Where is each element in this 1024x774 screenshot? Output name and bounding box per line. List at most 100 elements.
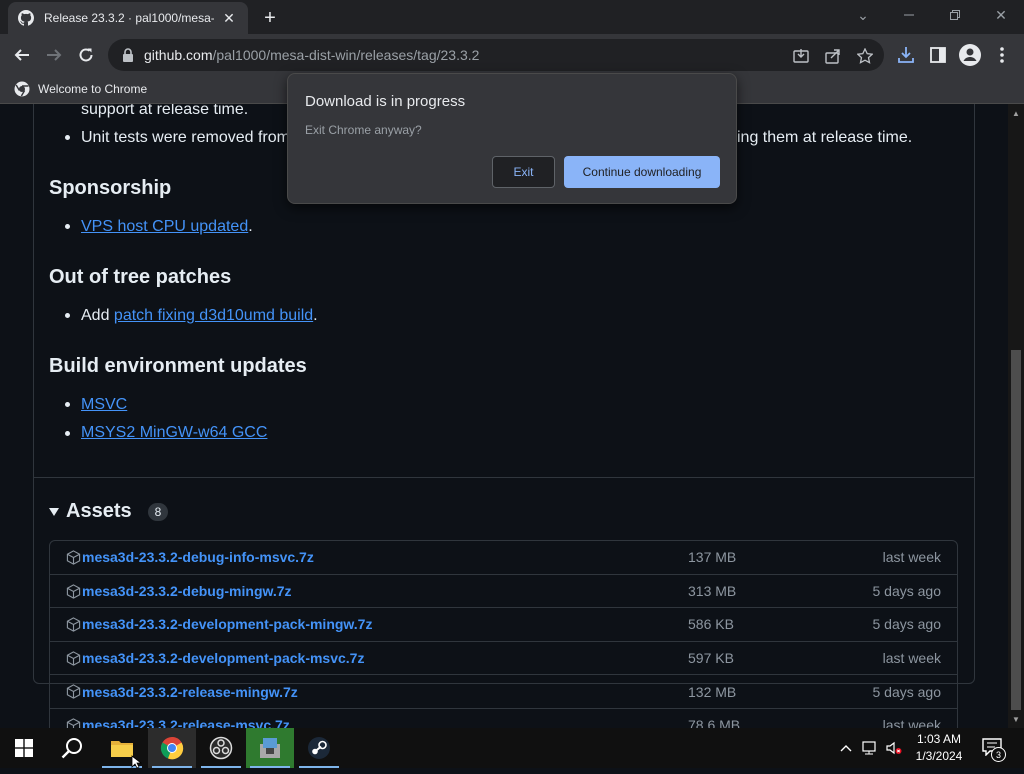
address-bar[interactable]: github.com/pal1000/mesa-dist-win/release…: [108, 39, 884, 71]
asset-date: 5 days ago: [872, 616, 942, 633]
bullet: [65, 135, 70, 140]
show-hidden-icons-chevron-icon[interactable]: [838, 740, 854, 756]
heading-sponsorship: Sponsorship: [49, 177, 172, 199]
new-tab-button[interactable]: +: [258, 6, 282, 30]
close-tab-icon[interactable]: ✕: [220, 9, 238, 27]
dialog-title: Download is in progress: [305, 93, 466, 110]
obs-icon: [209, 736, 233, 760]
obs-taskbar-button[interactable]: [197, 728, 245, 768]
msvc-link[interactable]: MSVC: [81, 396, 127, 414]
heading-out-of-tree-patches: Out of tree patches: [49, 266, 232, 288]
package-icon: [66, 684, 82, 700]
assets-list: mesa3d-23.3.2-debug-info-msvc.7z 137 MB la…: [49, 540, 958, 728]
back-button[interactable]: [7, 40, 37, 70]
system-clock[interactable]: 1:03 AM 1/3/2024: [906, 731, 972, 765]
asset-link[interactable]: mesa3d-23.3.2-debug-mingw.7z: [82, 583, 292, 599]
patches-item: Add patch fixing d3d10umd build.: [81, 307, 318, 325]
asset-date: last week: [882, 717, 941, 728]
exit-download-dialog: Download is in progress Exit Chrome anyw…: [287, 73, 737, 204]
start-button[interactable]: [0, 728, 48, 768]
sponsorship-suffix: .: [248, 218, 253, 235]
package-icon: [66, 718, 82, 728]
url-text[interactable]: github.com/pal1000/mesa-dist-win/release…: [144, 47, 479, 63]
install-app-icon[interactable]: [792, 47, 810, 65]
bookmark-star-icon[interactable]: [856, 47, 874, 65]
release-note-line: support at release time.: [81, 104, 249, 118]
release-note-unit-tests-end: ing them at release time.: [737, 129, 913, 146]
bookmark-label: Welcome to Chrome: [38, 82, 148, 96]
asset-row: mesa3d-23.3.2-release-mingw.7z 132 MB 5 da…: [50, 675, 957, 709]
asset-date: last week: [882, 549, 941, 566]
installer-icon: [260, 738, 280, 758]
asset-size: 597 KB: [688, 650, 734, 667]
assets-heading: Assets: [66, 500, 132, 522]
steam-icon: [308, 737, 330, 759]
reload-button[interactable]: [71, 40, 101, 70]
asset-date: 5 days ago: [872, 582, 942, 599]
restore-button[interactable]: [932, 0, 978, 30]
chrome-taskbar-button[interactable]: [148, 728, 196, 768]
url-path: /pal1000/mesa-dist-win/releases/tag/23.3…: [212, 47, 480, 63]
steam-taskbar-button[interactable]: [295, 728, 343, 768]
windows-logo-icon: [15, 739, 33, 757]
asset-size: 313 MB: [688, 582, 737, 599]
scrollbar-thumb[interactable]: [1011, 350, 1021, 710]
patches-prefix: Add: [81, 307, 114, 324]
network-icon[interactable]: [862, 740, 878, 756]
asset-date: 5 days ago: [872, 683, 942, 700]
asset-row: mesa3d-23.3.2-release-msvc.7z 78.6 MB last…: [50, 709, 957, 728]
bullet: [65, 431, 70, 436]
assets-toggle[interactable]: Assets 8: [49, 500, 169, 523]
lock-icon[interactable]: [122, 48, 134, 62]
asset-row: mesa3d-23.3.2-debug-info-msvc.7z 137 MB la…: [50, 541, 957, 575]
asset-size: 137 MB: [688, 549, 737, 566]
package-icon: [66, 583, 82, 600]
triangle-down-icon: [49, 507, 59, 516]
patches-suffix: .: [313, 307, 318, 324]
vps-host-link[interactable]: VPS host CPU updated: [81, 218, 248, 235]
chrome-icon: [14, 81, 30, 97]
scroll-down-icon[interactable]: ▼: [1008, 712, 1024, 726]
volume-muted-icon[interactable]: [886, 740, 902, 756]
side-panel-icon[interactable]: [926, 43, 950, 67]
asset-size: 78.6 MB: [688, 717, 741, 728]
divider: [33, 477, 975, 478]
tab-release[interactable]: Release 23.3.2 · pal1000/mesa-dist ✕: [8, 2, 248, 34]
forward-button[interactable]: [39, 40, 69, 70]
clock-time: 1:03 AM: [916, 732, 962, 746]
url-host: github.com: [144, 47, 213, 63]
browser-toolbar: github.com/pal1000/mesa-dist-win/release…: [0, 34, 1024, 76]
asset-date: last week: [882, 650, 941, 667]
msys2-link[interactable]: MSYS2 MinGW-w64 GCC: [81, 424, 267, 442]
bullet: [65, 402, 70, 407]
scroll-up-icon[interactable]: ▲: [1008, 106, 1024, 120]
github-icon: [18, 10, 34, 26]
tab-search-icon[interactable]: ⌄: [840, 0, 886, 30]
search-button[interactable]: [48, 728, 96, 768]
clock-date: 1/3/2024: [915, 749, 963, 763]
search-icon: [61, 738, 82, 759]
asset-link[interactable]: mesa3d-23.3.2-debug-info-msvc.7z: [82, 549, 314, 565]
patch-d3d10umd-link[interactable]: patch fixing d3d10umd build: [114, 307, 313, 324]
menu-kebab-icon[interactable]: [990, 43, 1014, 67]
exit-button[interactable]: Exit: [492, 156, 555, 188]
dialog-message: Exit Chrome anyway?: [305, 123, 422, 137]
asset-link[interactable]: mesa3d-23.3.2-development-pack-msvc.7z: [82, 650, 364, 666]
tab-title: Release 23.3.2 · pal1000/mesa-dist: [44, 11, 214, 25]
bullet: [65, 224, 70, 229]
release-note-unit-tests: Unit tests were removed from: [81, 129, 290, 146]
asset-row: mesa3d-23.3.2-debug-mingw.7z 313 MB 5 days…: [50, 575, 957, 609]
close-window-button[interactable]: ✕: [978, 0, 1024, 30]
assets-count-badge: 8: [147, 502, 169, 521]
asset-link[interactable]: mesa3d-23.3.2-release-msvc.7z: [82, 717, 290, 728]
downloads-icon[interactable]: [894, 43, 918, 67]
minimize-button[interactable]: [886, 0, 932, 30]
asset-link[interactable]: mesa3d-23.3.2-release-mingw.7z: [82, 684, 298, 700]
continue-downloading-button[interactable]: Continue downloading: [564, 156, 720, 188]
bookmark-welcome[interactable]: Welcome to Chrome: [14, 81, 147, 97]
profile-avatar-icon[interactable]: [958, 43, 982, 67]
share-icon[interactable]: [824, 47, 842, 65]
installer-taskbar-button[interactable]: [246, 728, 294, 768]
asset-row: mesa3d-23.3.2-development-pack-msvc.7z 59…: [50, 642, 957, 676]
asset-link[interactable]: mesa3d-23.3.2-development-pack-mingw.7z: [82, 616, 372, 632]
